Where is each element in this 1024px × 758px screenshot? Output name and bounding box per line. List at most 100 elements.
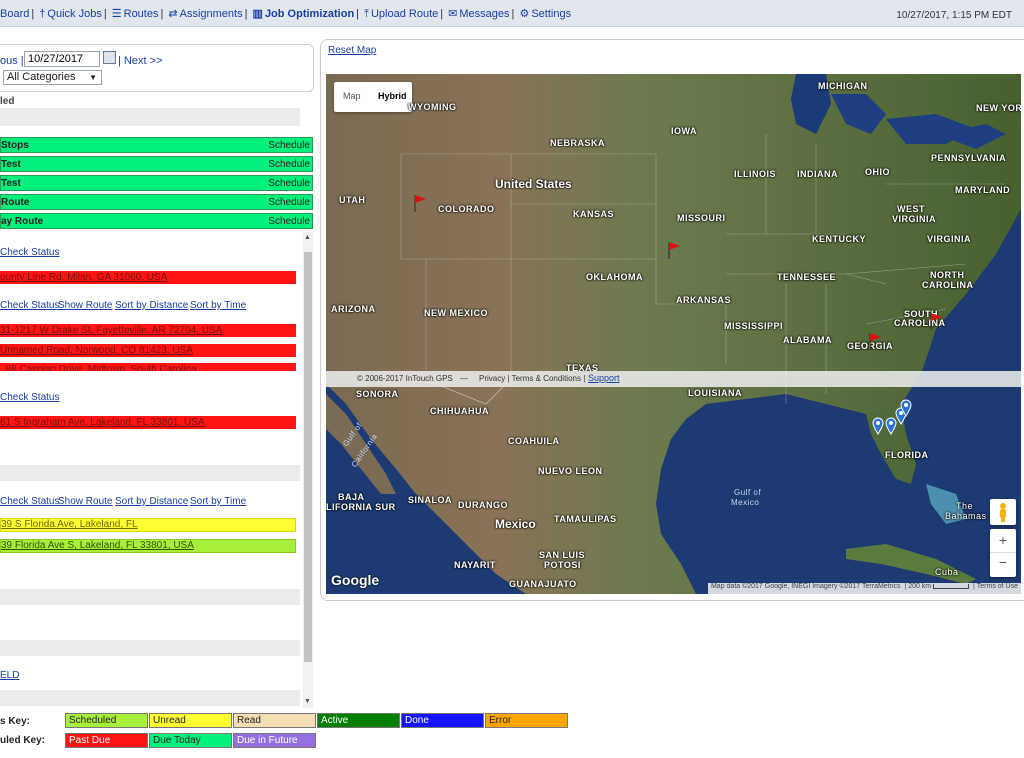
schedule-button[interactable]: Schedule [268,159,310,170]
nav-item-board[interactable]: Board [0,8,29,20]
route-name: Test [1,159,21,170]
check-status-link[interactable]: Check Status [0,247,59,258]
key-past-due: Past Due [65,733,148,748]
map-label: GUANAJUATO [509,579,577,589]
schedule-button[interactable]: Schedule [268,178,310,189]
schedule-row[interactable]: Route Schedule [0,194,313,210]
map-label: MICHIGAN [818,81,868,91]
nav-item-upload-route[interactable]: ⤒ Upload Route [364,8,438,21]
schedule-row[interactable]: Test Schedule [0,175,313,191]
nav-item-messages[interactable]: ✉ Messages [448,7,509,20]
nav-item-settings[interactable]: ⚙ Settings [519,7,571,20]
schedule-row[interactable]: Test Schedule [0,156,313,172]
scheduled-key-label: uled Key: [0,735,46,746]
check-status-link[interactable]: Check Status [0,496,59,507]
map-label: VIRGINIA [892,214,937,224]
key-due-today: Due Today [149,733,232,748]
nav-item-job-optimization[interactable]: ▥ Job Optimization [253,7,355,20]
scale-bar [933,583,970,589]
map-label: COAHUILA [508,436,560,446]
address-row-past-due[interactable]: 31-1217 W Drake St, Fayetteville, AR 727… [0,324,296,337]
map-label: LIFORNIA SUR [326,502,396,512]
address-row-unread[interactable]: 39 S Florida Ave, Lakeland, FL [0,518,296,532]
satellite-terrain [326,74,1021,594]
blue-pin-marker[interactable] [872,417,884,435]
privacy-terms-link[interactable]: Privacy | Terms & Conditions | [479,374,585,383]
nav-item-label: Upload Route [370,8,439,20]
address-row-past-due[interactable]: 61 S Ingraham Ave, Lakeland, FL 33801, U… [0,416,296,429]
show-route-link[interactable]: Show Route [58,300,112,311]
upload-icon: ⤒ [364,8,369,20]
check-status-link[interactable]: Check Status [0,392,59,403]
map-label: SAN LUIS [539,550,586,560]
schedule-button[interactable]: Schedule [268,197,310,208]
map-type-map[interactable]: Map [343,91,361,101]
section-divider [0,589,300,605]
street-view-pegman-icon[interactable] [990,499,1016,525]
schedule-button[interactable]: Schedule [268,140,310,151]
map-view[interactable]: Map Hybrid WYOMING NEBRASKA IOWA MICHIGA… [326,74,1021,594]
calendar-icon[interactable] [103,51,116,64]
map-label: POTOSI [544,560,581,570]
section-divider [0,108,300,126]
nav-item-quick-jobs[interactable]: † Quick Jobs [39,8,102,20]
red-flag-marker-arkansas[interactable] [667,241,681,259]
field-link[interactable]: ELD [0,670,19,681]
gear-icon: ⚙ [519,8,530,20]
map-label: INDIANA [797,169,838,179]
map-type-hybrid[interactable]: Hybrid [378,91,407,101]
map-label: IOWA [671,126,697,136]
schedule-button[interactable]: Schedule [268,216,310,227]
category-select-value: All Categories [7,71,76,83]
nav-separator: | [160,8,164,20]
map-label: TAMAULIPAS [554,514,617,524]
nav-item-assignments[interactable]: ⇄ Assignments [168,7,242,20]
previous-day-link[interactable]: ous | [0,55,24,67]
reset-map-link[interactable]: Reset Map [328,45,376,56]
sort-by-distance-link[interactable]: Sort by Distance [115,496,188,507]
chat-icon: ✉ [448,8,458,20]
list-scrollbar[interactable]: ▲ ▼ [303,232,313,708]
support-link[interactable]: Support [588,373,620,383]
map-pin-icon: † [39,8,46,20]
sort-by-time-link[interactable]: Sort by Time [190,300,246,311]
scrollbar-thumb[interactable] [304,252,312,662]
red-flag-marker-colorado[interactable] [413,194,427,212]
zoom-in-button[interactable]: + [990,532,1016,548]
nav-separator: | [244,8,248,20]
check-status-link[interactable]: Check Status [0,300,59,311]
route-name: Test [1,178,21,189]
exchange-icon: ⇄ [168,8,178,20]
map-attribution: Map data ©2017 Google, INEGI Imagery ©20… [707,583,1021,594]
blue-pin-marker[interactable] [900,399,912,417]
map-label: BAJA [338,492,365,502]
sort-by-time-link[interactable]: Sort by Time [190,496,246,507]
show-route-link[interactable]: Show Route [58,496,112,507]
map-label: NEW MEXICO [424,308,489,318]
key-due-in-future: Due in Future [233,733,316,748]
address-row-scheduled[interactable]: 39 Florida Ave S, Lakeland, FL 33801, US… [0,539,296,553]
address-row-past-due[interactable]: ounty Line Rd, Milan, GA 31060, USA [0,271,296,284]
schedule-row[interactable]: ay Route Schedule [0,213,313,229]
map-label: Cuba [935,567,959,577]
next-day-link[interactable]: | Next >> [118,55,162,67]
nav-separator: | [103,8,107,20]
red-flag-marker-south-carolina[interactable] [929,312,943,330]
category-select[interactable]: All Categories ▼ [3,70,102,85]
red-flag-marker-georgia[interactable] [868,332,882,350]
scroll-down-icon[interactable]: ▼ [304,698,311,705]
map-data-attribution: Map data ©2017 Google, INEGI Imagery ©20… [710,583,901,590]
key-error: Error [485,713,568,728]
address-row-past-due[interactable]: Unnamed Road, Norwood, CO 81423, USA [0,344,296,357]
scroll-up-icon[interactable]: ▲ [304,234,311,241]
section-divider [0,465,300,481]
terms-of-use-link[interactable]: Terms of Use [977,583,1018,590]
zoom-out-button[interactable]: − [990,554,1016,570]
sort-by-distance-link[interactable]: Sort by Distance [115,300,188,311]
address-row-past-due[interactable]: ..88 Caspian Drive, Midtown, South Carol… [0,363,296,371]
date-field[interactable] [24,51,100,67]
map-label: MISSOURI [677,213,726,223]
nav-item-routes[interactable]: ☰ Routes [112,7,159,20]
schedule-row[interactable]: Stops Schedule [0,137,313,153]
nav-separator: | [440,8,444,20]
